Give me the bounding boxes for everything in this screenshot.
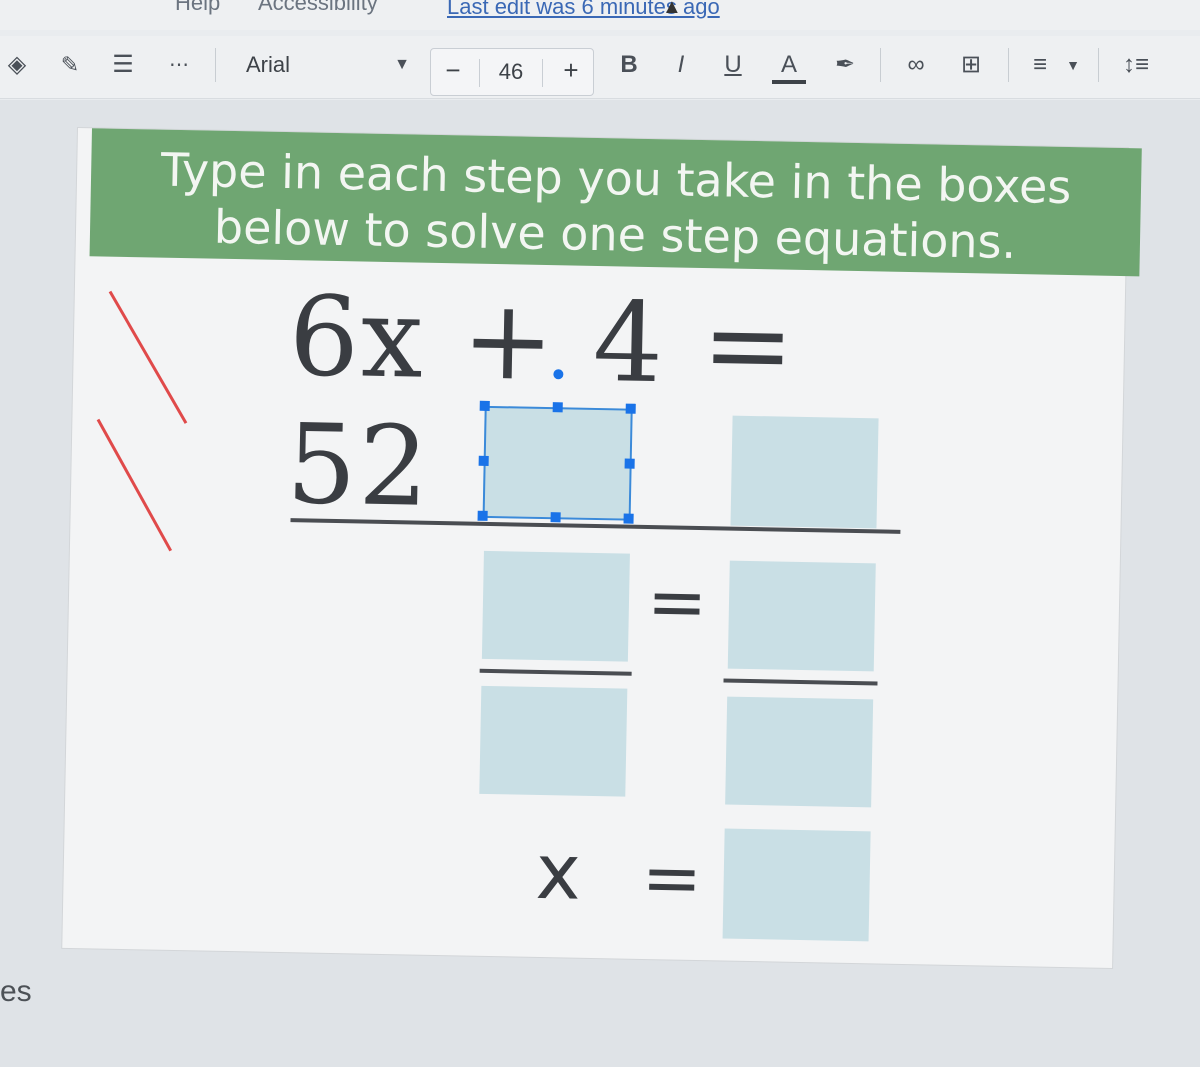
increase-font-size-button[interactable]: + [551, 55, 591, 86]
menu-accessibility[interactable]: Accessibility [258, 0, 378, 16]
link-icon[interactable]: ∞ [898, 50, 934, 80]
text-color-button[interactable]: A [772, 50, 806, 84]
equals-sign: = [646, 559, 709, 645]
answer-box[interactable] [730, 415, 879, 529]
resize-handle[interactable] [478, 455, 489, 466]
chevron-down-icon[interactable]: ▼ [1064, 50, 1082, 80]
instruction-text: Type in each step you take in the boxes … [160, 142, 1072, 270]
italic-button[interactable]: I [666, 50, 696, 80]
instruction-banner: Type in each step you take in the boxes … [89, 128, 1142, 277]
equals-sign: = [640, 834, 703, 921]
selection-frame [482, 405, 633, 521]
toolbar-divider [1008, 48, 1009, 82]
line-weight-icon[interactable]: ☰ [108, 50, 138, 80]
font-size-input[interactable]: 46 [479, 59, 543, 87]
mouse-cursor-icon: ▲ [662, 0, 682, 18]
resize-handle[interactable] [623, 513, 634, 524]
fraction-line [723, 678, 878, 686]
bold-button[interactable]: B [614, 50, 644, 80]
resize-handle[interactable] [552, 402, 563, 413]
side-panel-text: es [0, 975, 32, 1008]
underline-button[interactable]: U [718, 50, 748, 80]
resize-handle[interactable] [550, 512, 561, 523]
slide: Type in each step you take in the boxes … [62, 128, 1142, 969]
resize-handle[interactable] [477, 510, 488, 521]
answer-box[interactable] [722, 828, 871, 942]
fraction-line [479, 668, 632, 676]
menu-help[interactable]: Help [175, 0, 220, 16]
line-dash-icon[interactable]: ⋯ [164, 50, 194, 80]
toolbar-divider [215, 48, 216, 82]
line-spacing-icon[interactable]: ↕≡ [1116, 50, 1156, 80]
align-icon[interactable]: ≡ [1022, 50, 1058, 80]
comment-icon[interactable]: ⊞ [954, 50, 988, 80]
answer-box[interactable] [479, 685, 628, 797]
menu-bar: Help Accessibility Last edit was 6 minut… [0, 0, 1200, 30]
decrease-font-size-button[interactable]: − [433, 55, 473, 86]
pen-icon[interactable]: ✎ [56, 50, 84, 80]
answer-box[interactable] [725, 696, 874, 808]
answer-box[interactable] [727, 560, 876, 672]
font-family-select[interactable]: Arial [246, 52, 290, 78]
highlight-icon[interactable]: ✒ [830, 50, 860, 80]
toolbar-divider [880, 48, 881, 82]
toolbar-divider [1098, 48, 1099, 82]
resize-handle[interactable] [625, 403, 636, 414]
resize-handle[interactable] [479, 400, 490, 411]
resize-handle[interactable] [624, 458, 635, 469]
font-size-stepper: − 46 + [430, 48, 594, 96]
x-variable: x [534, 826, 582, 917]
answer-box[interactable] [481, 550, 630, 662]
paint-format-icon[interactable]: ◈ [0, 50, 34, 80]
chevron-down-icon[interactable]: ▼ [392, 50, 412, 80]
